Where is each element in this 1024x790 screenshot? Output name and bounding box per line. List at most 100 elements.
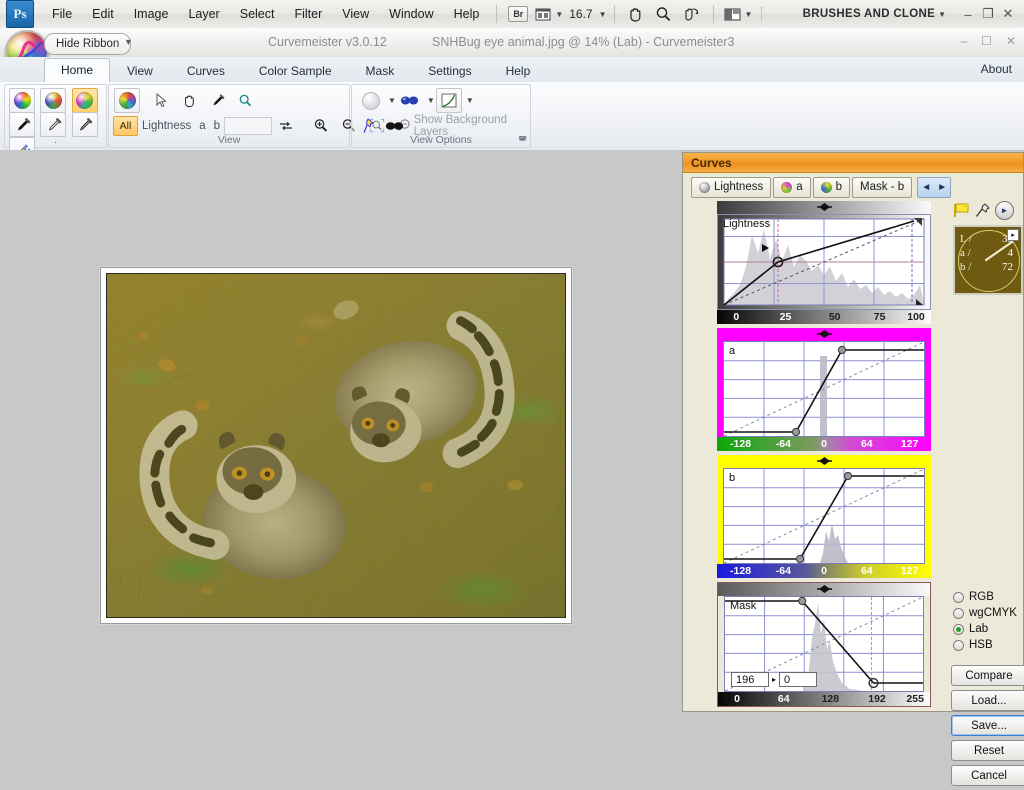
save-button[interactable]: Save... xyxy=(951,715,1024,736)
mask-plot[interactable]: Mask 196 ▸ 0 xyxy=(724,596,924,692)
tab-mask[interactable]: Mask xyxy=(349,59,412,83)
canvas-area[interactable] xyxy=(0,150,680,712)
about-link[interactable]: About xyxy=(981,62,1012,76)
glasses-button[interactable] xyxy=(397,88,423,113)
tab-view[interactable]: View xyxy=(110,59,170,83)
curve-graph-a[interactable]: a -128 -64 0 64 127 xyxy=(717,328,931,451)
load-button[interactable]: Load... xyxy=(951,690,1024,711)
radio-rgb[interactable] xyxy=(953,591,964,603)
radio-row-rgb[interactable]: RGB xyxy=(953,589,1024,605)
arrow-select-button[interactable] xyxy=(148,88,174,113)
curve-graph-b[interactable]: b -128 -64 0 64 127 xyxy=(717,455,931,578)
zoom-chevron-down-icon[interactable]: ▼ xyxy=(599,10,607,19)
menu-image[interactable]: Image xyxy=(124,3,179,25)
rotate-view-tool-button[interactable] xyxy=(678,4,706,25)
zoom-level-value[interactable]: 16.7 xyxy=(566,7,595,21)
radio-lab[interactable] xyxy=(953,623,964,635)
screen-mode-button[interactable]: ▼ xyxy=(532,4,566,25)
cm-minimize-button[interactable]: – xyxy=(960,34,967,48)
menu-edit[interactable]: Edit xyxy=(82,3,124,25)
curve-graph-mask[interactable]: Mask 196 ▸ 0 0 64 128 192 255 xyxy=(717,582,931,707)
ps-restore-button[interactable]: ❐ xyxy=(978,6,998,22)
radio-row-hsb[interactable]: HSB xyxy=(953,637,1024,653)
a-handle-icon[interactable] xyxy=(816,329,833,339)
tab-settings[interactable]: Settings xyxy=(411,59,488,83)
menu-help[interactable]: Help xyxy=(444,3,490,25)
hide-ribbon-button[interactable]: Hide Ribbon xyxy=(44,33,132,55)
mask-handle-icon[interactable] xyxy=(816,584,833,594)
menu-window[interactable]: Window xyxy=(379,3,443,25)
curve-graph-lightness[interactable]: Lightness 0 25 50 75 100 xyxy=(717,201,931,324)
arrange-documents-button[interactable]: ▼ xyxy=(721,4,756,25)
dialog-launcher-icon[interactable]: ◚ xyxy=(518,135,527,146)
lightness-top-gradient xyxy=(717,201,931,214)
cm-close-button[interactable]: ✕ xyxy=(1006,34,1016,48)
menu-select[interactable]: Select xyxy=(230,3,285,25)
flag-icon[interactable] xyxy=(953,203,970,218)
eyedropper-sample-button[interactable] xyxy=(204,88,230,113)
lightness-handle-icon[interactable] xyxy=(816,202,833,212)
menu-file[interactable]: File xyxy=(42,3,82,25)
mask-input-to[interactable]: 0 xyxy=(779,672,817,687)
curvemeister-orb-button[interactable] xyxy=(114,88,140,113)
menu-filter[interactable]: Filter xyxy=(284,3,332,25)
menu-view[interactable]: View xyxy=(332,3,379,25)
toolbar-divider-2 xyxy=(712,5,714,23)
curve-preview-chevron-down-icon[interactable]: ▼ xyxy=(466,96,474,105)
channel-extra-field[interactable] xyxy=(224,116,273,135)
channel-next-button[interactable]: ► xyxy=(934,182,950,193)
pin-icon[interactable] xyxy=(975,203,990,218)
channel-tab-mask-b[interactable]: Mask - b xyxy=(852,176,913,198)
tab-home[interactable]: Home xyxy=(44,58,111,83)
color-readout[interactable]: L / 39 a / 4 b / 72 ▸ xyxy=(953,225,1023,295)
hand-tool-button[interactable] xyxy=(622,4,650,25)
channel-lightness-label[interactable]: Lightness xyxy=(138,120,195,132)
sphere-preview-button[interactable] xyxy=(358,88,384,113)
document-image-lemurs[interactable] xyxy=(106,273,566,618)
ps-minimize-button[interactable]: – xyxy=(958,7,978,22)
menu-layer[interactable]: Layer xyxy=(178,3,229,25)
workspace-selector[interactable]: BRUSHES AND CLONE xyxy=(803,8,935,20)
tab-help[interactable]: Help xyxy=(489,59,548,83)
color-ball-2-button[interactable] xyxy=(40,88,67,113)
magnifier-button[interactable] xyxy=(232,88,258,113)
curve-preview-button[interactable] xyxy=(435,88,462,113)
zoom-tool-button[interactable] xyxy=(650,4,678,25)
ps-close-button[interactable]: ✕ xyxy=(998,6,1018,22)
ribbon-body: . All Lightness a b View ▼ ▼ ▼ Show Back… xyxy=(0,82,1024,162)
a-plot[interactable]: a xyxy=(723,341,925,437)
bridge-button[interactable]: Br xyxy=(504,4,532,25)
channel-a-label[interactable]: a xyxy=(195,120,209,132)
tab-color-sample[interactable]: Color Sample xyxy=(242,59,349,83)
mask-input-from[interactable]: 196 xyxy=(731,672,769,687)
compare-button[interactable]: Compare xyxy=(951,665,1024,686)
curves-action-buttons: Compare Load... Save... Reset Cancel xyxy=(951,665,1024,790)
tab-curves[interactable]: Curves xyxy=(170,59,242,83)
channel-tab-b[interactable]: b xyxy=(812,176,851,198)
channel-prev-button[interactable]: ◄ xyxy=(918,182,934,193)
radio-hsb[interactable] xyxy=(953,639,964,651)
channel-b-label[interactable]: b xyxy=(210,120,224,132)
radio-row-wgcmyk[interactable]: wgCMYK xyxy=(953,605,1024,621)
radio-wgcmyk[interactable] xyxy=(953,607,964,619)
cm-maximize-button[interactable]: ☐ xyxy=(981,34,992,48)
play-icon[interactable]: ► xyxy=(995,201,1014,220)
sphere-chevron-down-icon[interactable]: ▼ xyxy=(388,96,396,105)
lightness-plot[interactable]: Lightness xyxy=(717,214,931,310)
photoshop-logo-icon[interactable]: Ps xyxy=(6,0,34,28)
color-ball-1-button[interactable] xyxy=(9,88,35,113)
cancel-button[interactable]: Cancel xyxy=(951,765,1024,786)
channel-tab-a[interactable]: a xyxy=(773,176,811,198)
hand-pan-button[interactable] xyxy=(176,88,202,113)
b-plot[interactable]: b xyxy=(723,468,925,564)
channel-tab-lightness[interactable]: Lightness xyxy=(691,176,772,198)
glasses-chevron-down-icon[interactable]: ▼ xyxy=(427,96,435,105)
workspace-chevron-down-icon[interactable]: ▼ xyxy=(938,10,946,19)
reset-button[interactable]: Reset xyxy=(951,740,1024,761)
expand-readout-icon[interactable]: ▸ xyxy=(1007,229,1019,241)
b-handle-icon[interactable] xyxy=(816,456,833,466)
radio-row-lab[interactable]: Lab xyxy=(953,621,1024,637)
channel-all-button[interactable]: All xyxy=(113,115,138,136)
color-ball-3-button[interactable] xyxy=(71,88,98,113)
ribbon-options-chevron-icon[interactable]: ▼ xyxy=(124,37,133,47)
